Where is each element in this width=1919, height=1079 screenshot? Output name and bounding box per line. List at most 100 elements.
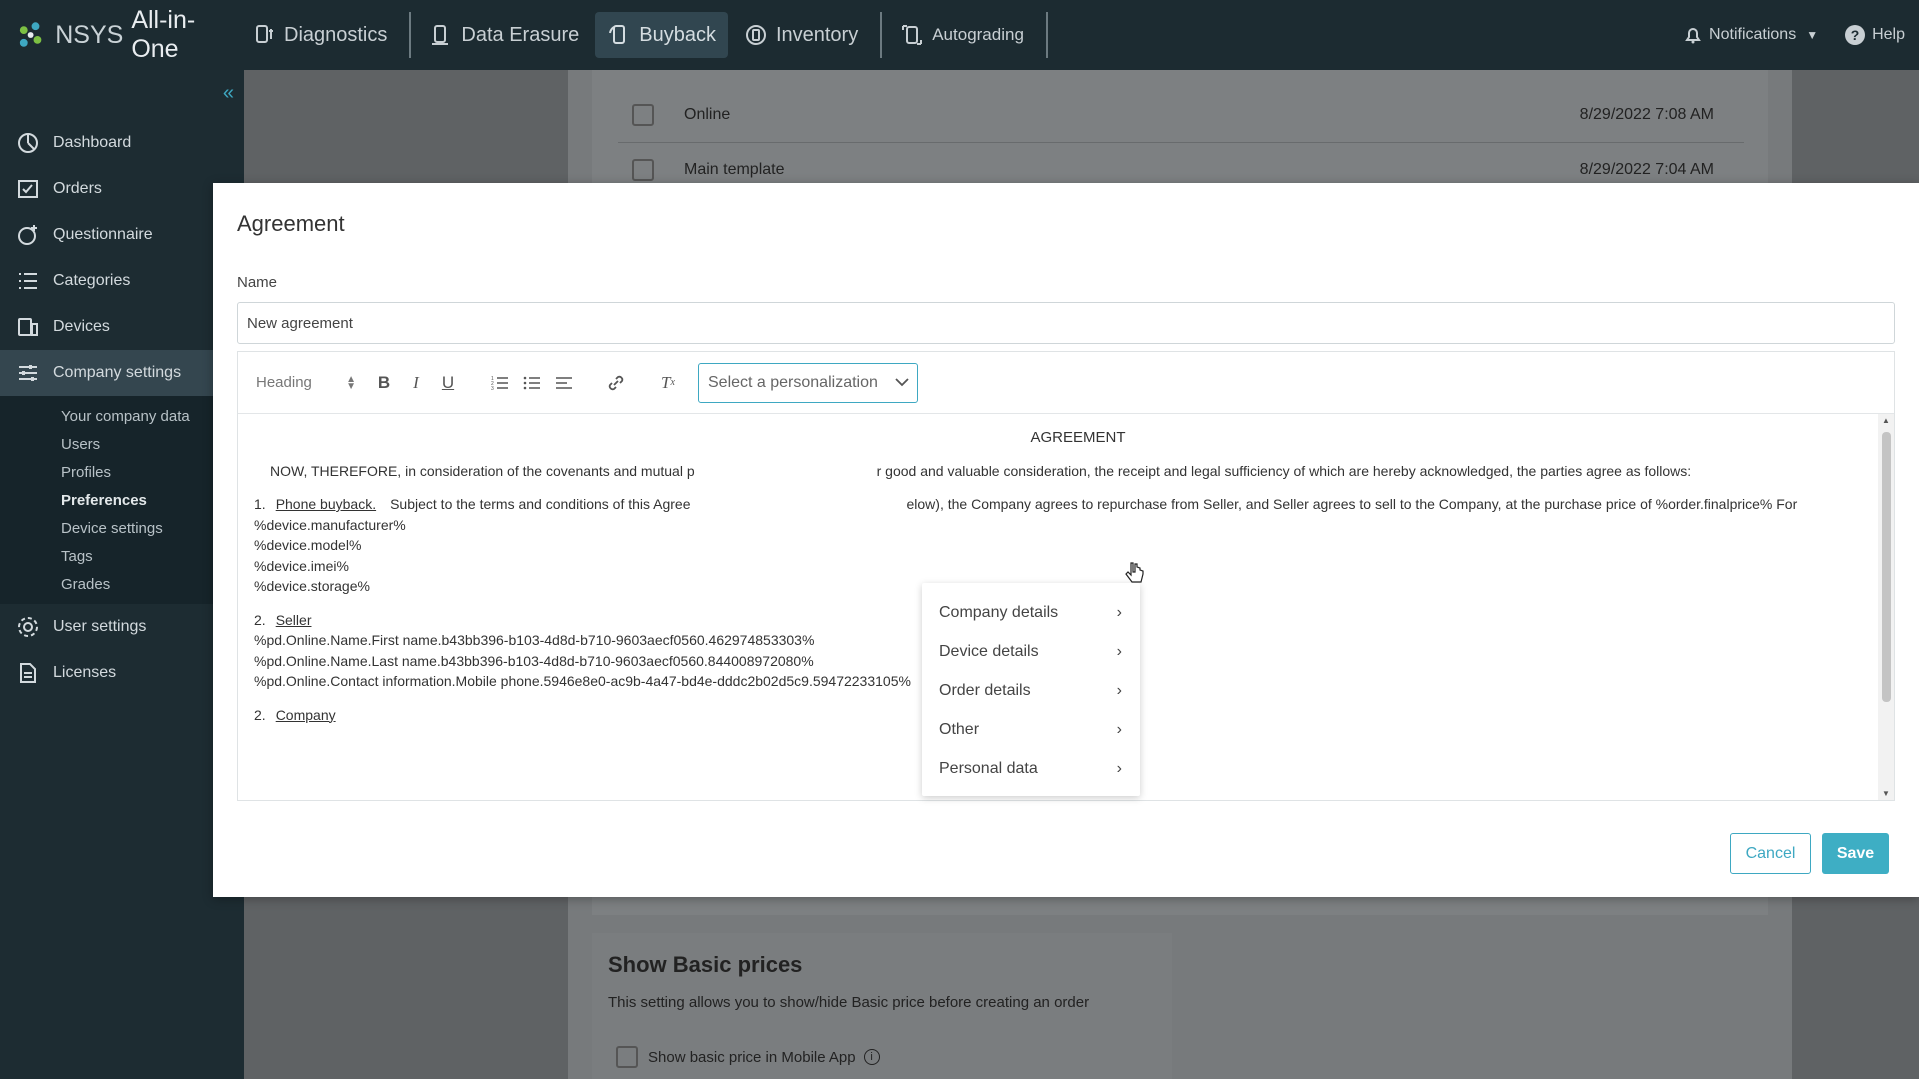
clear-format-button[interactable]: Tx <box>652 373 684 393</box>
sidebar-item-orders[interactable]: Orders <box>0 166 244 212</box>
bullet-list-button[interactable] <box>516 375 548 391</box>
diagnostics-icon <box>256 25 273 43</box>
tab-inventory[interactable]: Inventory <box>732 12 870 58</box>
dropdown-item-label: Company details <box>939 603 1059 621</box>
sidebar-subitem-preferences[interactable]: Preferences <box>0 486 244 514</box>
dashboard-icon <box>18 133 38 153</box>
devices-icon <box>18 318 38 336</box>
personalization-select[interactable]: Select a personalization <box>698 362 918 403</box>
hand-cursor-icon <box>1125 562 1144 583</box>
sidebar-item-categories[interactable]: Categories <box>0 258 244 304</box>
dropdown-item-label: Other <box>939 720 980 738</box>
caret-down-icon: ▼ <box>1806 28 1819 42</box>
svg-text:3: 3 <box>491 386 494 391</box>
item-number: 1. <box>254 496 266 512</box>
sidebar-item-label: Questionnaire <box>53 226 153 243</box>
brand[interactable]: NSYS All-in-One <box>0 6 240 64</box>
dropdown-item-label: Device details <box>939 642 1039 660</box>
sidebar-item-label: Devices <box>53 318 110 335</box>
dropdown-item-order-details[interactable]: Order details › <box>922 671 1140 710</box>
chevron-down-icon <box>895 378 909 387</box>
chevron-right-icon: › <box>1116 642 1122 660</box>
tab-data-erasure-label: Data Erasure <box>461 23 580 46</box>
help-link[interactable]: ? Help <box>1844 24 1905 46</box>
dropdown-item-label: Personal data <box>939 759 1038 777</box>
underline-button[interactable]: U <box>432 373 464 393</box>
sidebar-subitem-users[interactable]: Users <box>0 430 244 458</box>
device-placeholder: %device.model% <box>254 537 362 553</box>
tab-diagnostics[interactable]: Diagnostics <box>240 12 399 58</box>
editor-scrollbar[interactable]: ▲ ▼ <box>1878 414 1894 800</box>
ordered-list-button[interactable]: 123 <box>484 375 516 391</box>
sidebar-item-questionnaire[interactable]: Questionnaire <box>0 212 244 258</box>
dropdown-item-personal-data[interactable]: Personal data › <box>922 749 1140 788</box>
sidebar-item-licenses[interactable]: Licenses <box>0 650 244 696</box>
nav-separator <box>1045 12 1048 58</box>
sidebar-item-dashboard[interactable]: Dashboard <box>0 120 244 166</box>
row-checkbox[interactable] <box>632 159 654 181</box>
checkbox-label: Show basic price in Mobile App <box>648 1048 856 1066</box>
tab-buyback[interactable]: Buyback <box>595 12 728 58</box>
row-checkbox[interactable] <box>632 104 654 126</box>
sidebar-subitem-profiles[interactable]: Profiles <box>0 458 244 486</box>
sidebar-item-label: User settings <box>53 618 147 635</box>
show-basic-price-checkbox[interactable]: Show basic price in Mobile App i <box>616 1046 880 1068</box>
tab-data-erasure[interactable]: Data Erasure <box>417 12 591 58</box>
scrollbar-thumb[interactable] <box>1882 432 1891 702</box>
modal-title: Agreement <box>237 211 345 236</box>
cancel-button[interactable]: Cancel <box>1730 833 1811 874</box>
device-placeholder: %device.manufacturer% <box>254 516 406 533</box>
item-text-part1: Subject to the terms and conditions of t… <box>390 496 691 512</box>
link-button[interactable] <box>600 374 632 392</box>
align-button[interactable] <box>548 375 580 391</box>
intro-text-part2: r good and valuable consideration, the r… <box>876 462 1692 479</box>
sidebar-subitem-device-settings[interactable]: Device settings <box>0 514 244 542</box>
collapse-sidebar-icon[interactable]: « <box>223 82 234 105</box>
nav-separator <box>880 12 883 58</box>
agreement-modal: Agreement Name Heading ▲▼ B I U 123 <box>213 183 1919 897</box>
checkbox-box[interactable] <box>616 1046 638 1068</box>
agreement-item-phone-buyback: 1. Phone buyback. Subject to the terms and… <box>254 494 1862 515</box>
personalization-dropdown: Company details › Device details › Order… <box>922 583 1140 796</box>
gear-icon <box>18 617 38 637</box>
sidebar-item-company-settings[interactable]: Company settings <box>0 350 244 396</box>
buyback-icon <box>609 25 626 44</box>
help-label: Help <box>1872 26 1905 43</box>
tab-autograding-label: Autograding <box>932 25 1024 44</box>
item-title: Phone buyback. <box>275 496 377 512</box>
italic-button[interactable]: I <box>400 373 432 393</box>
chevron-right-icon: › <box>1116 759 1122 777</box>
heading-select[interactable]: Heading ▲ ▼ <box>256 374 368 391</box>
list-icon <box>19 273 37 289</box>
sidebar-subitem-your-company-data[interactable]: Your company data <box>0 402 244 430</box>
inventory-icon <box>745 25 766 45</box>
scroll-up-icon[interactable]: ▲ <box>1882 416 1890 425</box>
sidebar-item-devices[interactable]: Devices <box>0 304 244 350</box>
nav-separator <box>409 12 412 58</box>
dropdown-item-company-details[interactable]: Company details › <box>922 593 1140 632</box>
dropdown-item-device-details[interactable]: Device details › <box>922 632 1140 671</box>
sidebar-subitem-grades[interactable]: Grades <box>0 570 244 598</box>
row-name: Online <box>684 106 731 123</box>
updown-arrows-icon: ▲ ▼ <box>346 373 356 392</box>
top-navbar: NSYS All-in-One Diagnostics Data Erasure… <box>0 0 1919 70</box>
scroll-down-icon[interactable]: ▼ <box>1882 789 1890 798</box>
questionnaire-icon <box>18 225 37 245</box>
autograding-icon <box>902 25 923 45</box>
info-icon[interactable]: i <box>863 1049 880 1065</box>
chevron-right-icon: › <box>1116 720 1122 738</box>
sidebar: « Dashboard Orders Questionnaire Categor… <box>0 70 244 1079</box>
notifications-dropdown[interactable]: Notifications ▼ <box>1683 25 1818 45</box>
nsys-logo-icon <box>19 22 42 47</box>
top-right-actions: Notifications ▼ ? Help <box>1657 24 1919 46</box>
brand-name-part1: NSYS <box>55 20 124 49</box>
sidebar-item-user-settings[interactable]: User settings <box>0 604 244 650</box>
dropdown-item-other[interactable]: Other › <box>922 710 1140 749</box>
bold-button[interactable]: B <box>368 373 400 393</box>
sidebar-subitem-tags[interactable]: Tags <box>0 542 244 570</box>
sidebar-menu: Dashboard Orders Questionnaire Categorie… <box>0 120 244 696</box>
name-input[interactable] <box>237 302 1895 344</box>
save-button[interactable]: Save <box>1822 833 1889 874</box>
tab-buyback-label: Buyback <box>639 23 716 46</box>
tab-autograding[interactable]: Autograding <box>888 12 1036 58</box>
